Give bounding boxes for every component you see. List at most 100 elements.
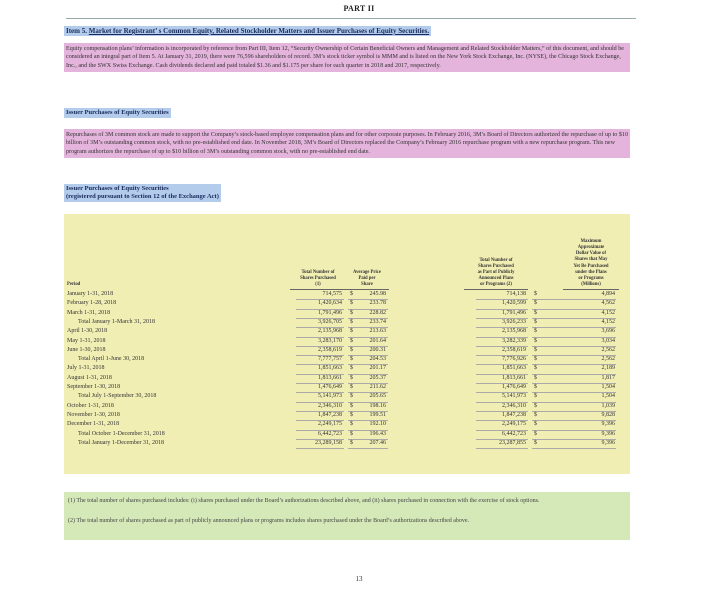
cell-max-value: 3,696 <box>601 328 616 335</box>
cell-total-shares: 3,283,170 <box>318 337 342 344</box>
cell-total-shares: 2,249,175 <box>318 421 342 428</box>
row-period: January 1-31, 2018 <box>67 291 114 297</box>
row-period: Total July 1-September 30, 2018 <box>78 393 157 400</box>
row-rule <box>476 448 528 450</box>
currency-symbol: $ <box>350 346 353 353</box>
row-period: May 1-31, 2018 <box>67 337 106 344</box>
cell-total-shares: 7,777,757 <box>318 356 342 363</box>
cell-average-price: 233.74 <box>369 318 387 325</box>
row-period: August 1-31, 2018 <box>67 374 112 381</box>
row-period: February 1-28, 2018 <box>67 300 117 307</box>
header-avg: Average Price Paid per Share <box>342 270 392 288</box>
currency-symbol: $ <box>350 318 353 325</box>
cell-average-price: 211.62 <box>369 384 386 390</box>
document-page: PART II Item 5. Market for Registrant’ s… <box>0 0 718 592</box>
header-total: Total Number of Shares Purchased (1) <box>288 270 348 288</box>
cell-program-shares: 1,791,496 <box>502 309 526 316</box>
header-underline <box>345 289 389 290</box>
cell-program-shares: 1,476,649 <box>502 384 526 390</box>
row-period: December 1-31, 2018 <box>67 421 120 428</box>
cell-program-shares: 714,138 <box>506 291 527 297</box>
currency-symbol: $ <box>534 328 537 335</box>
row-period: November 1-30, 2018 <box>67 411 120 418</box>
cell-total-shares: 5,141,973 <box>318 393 342 400</box>
cell-program-shares: 2,249,175 <box>502 421 526 428</box>
currency-symbol: $ <box>534 430 537 437</box>
row-rule <box>296 448 344 450</box>
footnote-1: (1) The total number of shares purchased… <box>68 498 540 504</box>
currency-symbol: $ <box>534 356 537 363</box>
row-period: March 1-31, 2018 <box>67 309 111 316</box>
row-rule <box>532 448 616 450</box>
cell-program-shares: 1,851,663 <box>502 365 526 372</box>
cell-average-price: 213.63 <box>369 328 387 335</box>
header-underline <box>563 289 619 290</box>
header-underline <box>290 289 346 290</box>
cell-average-price: 233.78 <box>369 300 387 307</box>
currency-symbol: $ <box>350 291 353 297</box>
currency-symbol: $ <box>350 337 353 344</box>
cell-max-value: 9,396 <box>601 421 616 428</box>
cell-average-price: 207.46 <box>369 439 387 446</box>
currency-symbol: $ <box>350 300 353 307</box>
cell-max-value: 4,152 <box>601 318 616 325</box>
currency-symbol: $ <box>350 402 353 409</box>
table-heading-line1: Issuer Purchases of Equity Securities <box>66 185 169 192</box>
currency-symbol: $ <box>350 365 353 372</box>
currency-symbol: $ <box>534 439 537 446</box>
cell-total-shares: 1,420,634 <box>318 300 342 307</box>
currency-symbol: $ <box>534 365 537 372</box>
cell-total-shares: 2,135,968 <box>318 328 342 335</box>
cell-average-price: 201.17 <box>369 365 387 372</box>
cell-max-value: 1,817 <box>601 374 616 381</box>
cell-program-shares: 7,776,926 <box>502 356 526 363</box>
cell-total-shares: 6,442,723 <box>318 430 342 437</box>
currency-symbol: $ <box>534 309 537 316</box>
currency-symbol: $ <box>534 384 537 390</box>
currency-symbol: $ <box>350 309 353 316</box>
header-underline <box>464 289 528 290</box>
row-period: September 1-30, 2018 <box>67 384 121 390</box>
header-total-line: (1) <box>315 281 321 287</box>
cell-average-price: 245.98 <box>369 291 387 297</box>
currency-symbol: $ <box>350 421 353 428</box>
row-period: Total April 1-June 30, 2018 <box>78 356 145 363</box>
currency-symbol: $ <box>534 402 537 409</box>
cell-program-shares: 23,287,855 <box>499 439 526 446</box>
cell-average-price: 201.64 <box>369 337 387 344</box>
cell-program-shares: 3,926,233 <box>502 318 526 325</box>
repurchase-paragraph: Repurchases of 3M common stock are made … <box>64 129 630 158</box>
cell-program-shares: 2,358,619 <box>502 346 526 353</box>
cell-program-shares: 1,847,238 <box>502 411 526 418</box>
cell-program-shares: 3,282,339 <box>502 337 526 344</box>
cell-max-value: 1,504 <box>601 393 616 400</box>
cell-max-value: 2,562 <box>601 356 616 363</box>
cell-max-value: 9,396 <box>601 439 616 446</box>
currency-symbol: $ <box>350 384 353 390</box>
footnote-2: (2) The total number of shares purchased… <box>68 518 470 524</box>
repurchase-table: Total Number of Shares Purchased (1) Averag… <box>64 214 630 474</box>
cell-program-shares: 1,420,599 <box>502 300 526 307</box>
cell-average-price: 205.65 <box>369 393 387 400</box>
item5-title: Market for Registrant’ s Common Equity, … <box>88 27 430 35</box>
cell-average-price: 198.16 <box>369 402 387 409</box>
currency-symbol: $ <box>534 411 537 418</box>
cell-total-shares: 1,847,238 <box>318 411 342 418</box>
table-heading: Issuer Purchases of Equity Securities (r… <box>64 184 221 202</box>
cell-average-price: 196.43 <box>369 430 387 437</box>
currency-symbol: $ <box>534 421 537 428</box>
cell-max-value: 4,894 <box>601 291 616 297</box>
currency-symbol: $ <box>350 374 353 381</box>
currency-symbol: $ <box>350 328 353 335</box>
part-title: PART II <box>343 4 375 13</box>
currency-symbol: $ <box>534 318 537 325</box>
cell-max-value: 4,562 <box>601 300 616 307</box>
row-period: Total January 1-March 31, 2018 <box>78 318 156 325</box>
header-max: Maximum Approximate Dollar Value of Shares … <box>561 239 621 288</box>
header-max-line: (Millions) <box>581 281 601 287</box>
currency-symbol: $ <box>534 346 537 353</box>
cell-max-value: 9,828 <box>601 411 616 418</box>
cell-program-shares: 2,346,310 <box>502 402 526 409</box>
currency-symbol: $ <box>534 337 537 344</box>
cell-average-price: 192.10 <box>369 421 387 428</box>
